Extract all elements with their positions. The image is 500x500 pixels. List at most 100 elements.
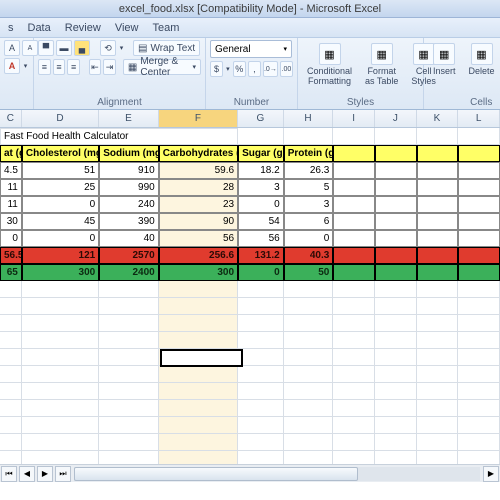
cell[interactable] (333, 247, 375, 264)
cell[interactable] (99, 366, 159, 383)
cell[interactable]: 56 (238, 230, 284, 247)
column-header[interactable]: J (375, 110, 417, 127)
scroll-right-icon[interactable]: ▶ (483, 466, 499, 482)
cell[interactable]: Sugar (g) (238, 145, 284, 162)
cell[interactable] (375, 264, 417, 281)
cell[interactable]: 65 (0, 264, 22, 281)
cell[interactable]: 18.2 (238, 162, 284, 179)
decrease-indent-button[interactable]: ⇤ (89, 59, 102, 75)
cell[interactable] (417, 281, 459, 298)
align-center-button[interactable]: ≡ (53, 59, 66, 75)
column-header[interactable]: I (333, 110, 375, 127)
cell[interactable] (333, 400, 375, 417)
cell[interactable]: 25 (22, 179, 99, 196)
cell[interactable] (375, 230, 417, 247)
cell[interactable]: 23 (159, 196, 238, 213)
cell[interactable]: 3 (284, 196, 334, 213)
cell[interactable] (458, 179, 500, 196)
cell[interactable] (458, 366, 500, 383)
cell[interactable] (333, 230, 375, 247)
cell[interactable] (159, 298, 238, 315)
scroll-track[interactable] (74, 467, 480, 481)
cell[interactable] (238, 434, 284, 451)
cell[interactable] (417, 434, 459, 451)
cell[interactable] (0, 298, 22, 315)
currency-button[interactable]: $ (210, 61, 223, 77)
cell[interactable] (284, 400, 334, 417)
cell[interactable]: Carbohydrates (g) (159, 145, 238, 162)
cell[interactable] (333, 128, 375, 145)
cell[interactable] (22, 281, 99, 298)
cell[interactable] (333, 349, 375, 366)
cell[interactable] (333, 383, 375, 400)
cell[interactable]: 4.5 (0, 162, 22, 179)
cell[interactable] (417, 213, 459, 230)
cell[interactable] (284, 349, 334, 366)
cell[interactable] (22, 366, 99, 383)
cell[interactable] (159, 417, 238, 434)
font-color-button[interactable]: A (4, 58, 20, 74)
cell[interactable]: 45 (22, 213, 99, 230)
delete-cells-button[interactable]: ▦ Delete (464, 40, 500, 79)
cell[interactable] (375, 383, 417, 400)
cell[interactable] (284, 281, 334, 298)
cell[interactable] (238, 298, 284, 315)
cell[interactable]: 56.5 (0, 247, 22, 264)
cell[interactable] (238, 417, 284, 434)
cell[interactable]: 26.3 (284, 162, 334, 179)
cell[interactable]: 30 (0, 213, 22, 230)
increase-decimal-button[interactable]: .0→ (263, 61, 278, 77)
cell[interactable] (22, 298, 99, 315)
cell[interactable] (22, 332, 99, 349)
cell[interactable] (238, 128, 284, 145)
cell[interactable] (333, 281, 375, 298)
cell[interactable] (375, 417, 417, 434)
cell[interactable]: 0 (238, 196, 284, 213)
cell[interactable] (375, 349, 417, 366)
cell[interactable] (284, 298, 334, 315)
cell[interactable] (238, 366, 284, 383)
cell[interactable] (99, 434, 159, 451)
cell[interactable] (375, 400, 417, 417)
cell[interactable]: 0 (238, 264, 284, 281)
cell[interactable]: 40.3 (284, 247, 334, 264)
cell[interactable] (238, 315, 284, 332)
cell[interactable] (284, 434, 334, 451)
cell[interactable] (417, 298, 459, 315)
cell[interactable]: 6 (284, 213, 334, 230)
cell[interactable] (458, 332, 500, 349)
cell[interactable] (458, 213, 500, 230)
cell[interactable] (458, 349, 500, 366)
cell[interactable] (0, 400, 22, 417)
cell[interactable]: 11 (0, 196, 22, 213)
cell[interactable] (0, 349, 22, 366)
cell[interactable] (417, 230, 459, 247)
cell[interactable] (375, 179, 417, 196)
cell[interactable] (458, 315, 500, 332)
column-header[interactable]: C (0, 110, 22, 127)
format-as-table-button[interactable]: ▦ Format as Table (360, 40, 403, 89)
cell[interactable] (458, 247, 500, 264)
cell[interactable] (458, 434, 500, 451)
merge-center-button[interactable]: ▦ Merge & Center ▾ (123, 59, 201, 75)
sheet-nav-first-icon[interactable]: ⏮ (1, 466, 17, 482)
cell[interactable]: Sodium (mg) (99, 145, 159, 162)
chevron-down-icon[interactable]: ▾ (225, 61, 231, 77)
align-left-button[interactable]: ≡ (38, 59, 51, 75)
cell[interactable]: at (g) (0, 145, 22, 162)
cell[interactable]: 59.6 (159, 162, 238, 179)
cell[interactable]: 51 (22, 162, 99, 179)
cell[interactable]: 11 (0, 179, 22, 196)
cell[interactable] (375, 213, 417, 230)
wrap-text-button[interactable]: ▤ Wrap Text (133, 40, 200, 56)
cell[interactable] (333, 179, 375, 196)
cell[interactable] (458, 162, 500, 179)
cell[interactable]: 256.6 (159, 247, 238, 264)
cell[interactable]: 2400 (99, 264, 159, 281)
tab-view[interactable]: View (115, 22, 139, 34)
cell[interactable] (458, 400, 500, 417)
cell[interactable] (417, 400, 459, 417)
chevron-down-icon[interactable]: ▾ (22, 58, 29, 74)
cell[interactable] (417, 366, 459, 383)
spreadsheet-grid[interactable]: CDEFGHIJKL Fast Food Health Calculatorat… (0, 110, 500, 482)
